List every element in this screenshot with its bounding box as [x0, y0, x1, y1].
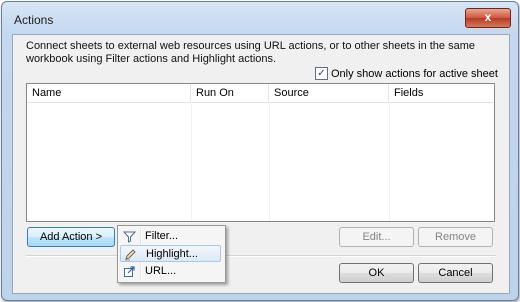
menu-item-highlight[interactable]: Highlight...: [120, 245, 221, 262]
menu-item-filter-label: Filter...: [145, 230, 179, 242]
actions-table[interactable]: Name Run On Source Fields: [26, 83, 495, 222]
column-header-fields[interactable]: Fields: [389, 84, 492, 102]
remove-button[interactable]: Remove: [418, 227, 493, 247]
ok-button[interactable]: OK: [339, 263, 414, 283]
column-header-run-on[interactable]: Run On: [191, 84, 269, 102]
column-header-source[interactable]: Source: [269, 84, 389, 102]
active-sheet-label: Only show actions for active sheet: [331, 67, 498, 80]
menu-item-filter[interactable]: Filter...: [120, 228, 221, 245]
column-divider: [389, 102, 390, 221]
table-header: Name Run On Source Fields: [27, 84, 494, 103]
active-sheet-option[interactable]: ✓ Only show actions for active sheet: [315, 67, 498, 80]
column-divider: [191, 102, 192, 221]
column-divider: [269, 102, 270, 221]
separator: [26, 255, 496, 257]
actions-dialog: Actions x Connect sheets to external web…: [1, 1, 519, 301]
add-action-menu: Filter... Highlight... URL...: [117, 225, 226, 283]
add-action-button[interactable]: Add Action >: [27, 227, 115, 247]
menu-item-url[interactable]: URL...: [120, 263, 221, 280]
dialog-body: Connect sheets to external web resources…: [12, 34, 510, 294]
column-header-name[interactable]: Name: [27, 84, 191, 102]
close-button[interactable]: x: [465, 8, 511, 28]
menu-item-highlight-label: Highlight...: [146, 248, 198, 260]
edit-button[interactable]: Edit...: [339, 227, 414, 247]
filter-icon: [122, 230, 137, 243]
cancel-button[interactable]: Cancel: [418, 263, 493, 283]
url-link-icon: [123, 265, 136, 278]
dialog-title: Actions: [14, 13, 54, 27]
highlight-pencil-icon: [124, 248, 137, 261]
menu-item-url-label: URL...: [145, 265, 177, 277]
active-sheet-checkbox[interactable]: ✓: [315, 67, 328, 80]
dialog-description: Connect sheets to external web resources…: [26, 40, 475, 65]
